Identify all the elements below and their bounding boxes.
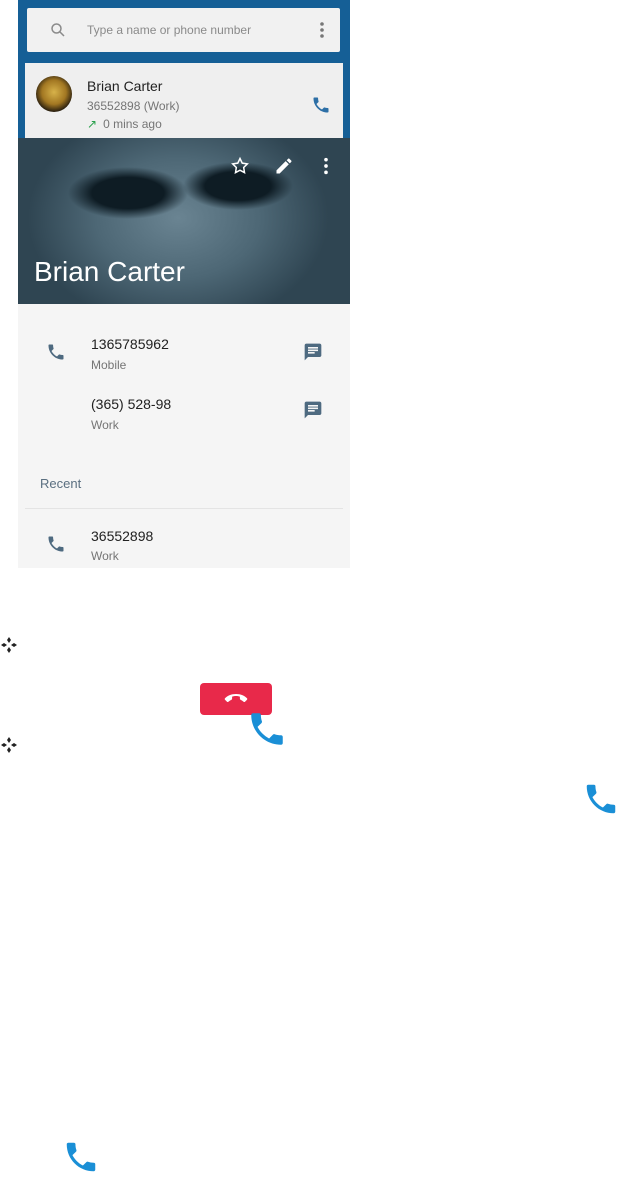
phone-icon[interactable] — [62, 1138, 100, 1176]
recent-call-number: 36552898 (Work) — [87, 99, 180, 113]
search-input[interactable]: Type a name or phone number — [87, 23, 251, 37]
phone-icon[interactable] — [582, 780, 620, 818]
recent-call-time-text: 0 mins ago — [103, 117, 162, 131]
contact-name: Brian Carter — [34, 256, 185, 287]
outgoing-arrow-icon: ↗ — [87, 117, 98, 131]
search-bar[interactable]: Type a name or phone number — [27, 8, 340, 52]
app-bar: Type a name or phone number Brian Carter… — [18, 0, 350, 138]
phone-icon[interactable] — [311, 95, 331, 115]
message-icon[interactable] — [303, 400, 323, 420]
recent-number: 36552898 — [91, 528, 154, 544]
edit-icon[interactable] — [274, 156, 294, 176]
phone-number: 1365785962 — [91, 336, 169, 352]
star-outline-icon[interactable] — [230, 156, 250, 176]
recent-type: Work — [91, 549, 119, 563]
end-call-icon — [224, 694, 248, 702]
search-icon — [51, 23, 65, 37]
message-icon[interactable] — [303, 342, 323, 362]
contact-header: Brian Carter — [18, 138, 350, 304]
more-vert-icon[interactable] — [316, 156, 336, 176]
avatar — [36, 76, 72, 112]
diamond-bullet-icon — [1, 737, 17, 753]
recent-call-name: Brian Carter — [87, 78, 163, 94]
more-vert-icon[interactable] — [312, 19, 332, 41]
recent-call-card[interactable]: Brian Carter 36552898 (Work) ↗ 0 mins ago — [25, 63, 343, 138]
phone-icon[interactable] — [246, 708, 288, 750]
phone-icon[interactable] — [46, 342, 66, 362]
diamond-bullet-icon — [1, 637, 17, 653]
phone-type: Mobile — [91, 358, 127, 372]
phone-number: (365) 528-98 — [91, 396, 172, 412]
recent-call-time: ↗ 0 mins ago — [87, 117, 162, 131]
phone-icon[interactable] — [46, 534, 66, 554]
recent-section-label: Recent — [40, 476, 82, 491]
phone-type: Work — [91, 418, 119, 432]
dialer-screen: Type a name or phone number Brian Carter… — [18, 0, 350, 568]
divider — [25, 508, 343, 509]
